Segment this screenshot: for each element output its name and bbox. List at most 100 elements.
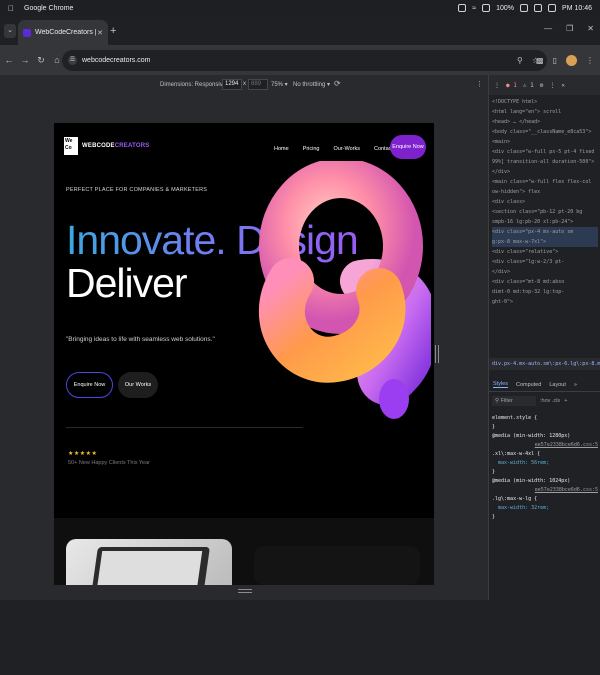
dom-line[interactable]: <div class="px-4 mx-auto sm: [492, 227, 598, 237]
control-icon[interactable]: [482, 4, 491, 12]
dom-line[interactable]: </div>: [492, 167, 598, 177]
menu-kebab-icon[interactable]: ⋮: [586, 56, 594, 65]
wifi-icon[interactable]: ≈: [472, 5, 476, 12]
styles-filter-bar: ⚲ Filter :hov .cls +: [489, 394, 600, 408]
tab-search-button[interactable]: ⌄: [4, 24, 16, 38]
back-icon[interactable]: ←: [2, 55, 16, 65]
style-selector[interactable]: .lg\:max-w-lg {: [492, 495, 598, 504]
dimension-separator: x: [243, 81, 246, 87]
style-selector[interactable]: element.style {: [492, 414, 598, 423]
stylesheet-link[interactable]: ee57e2338bce6d6.css:5: [535, 441, 598, 450]
happy-clients-text: 50+ New Happy Clients This Year: [68, 460, 150, 466]
profile-avatar[interactable]: [566, 55, 577, 66]
dimensions-select[interactable]: Dimensions: Responsive ▾: [160, 81, 231, 88]
devtools-menu-icon[interactable]: ⋮: [549, 82, 555, 89]
dom-breadcrumb[interactable]: div.px-4.mx-auto.sm\:px-6.lg\:px-8.max-w…: [489, 358, 600, 370]
throttling-select[interactable]: No throttling ▾: [293, 81, 330, 88]
devtools-topbar: ⋮ ● 1 ⚠ 1 ⚙ ⋮ ✕: [489, 75, 600, 95]
dom-line[interactable]: <main class="w-full flex flex-col: [492, 177, 598, 187]
style-property[interactable]: max-width: 56rem;: [492, 459, 598, 468]
zoom-select[interactable]: 75% ▾: [271, 81, 288, 88]
dom-line[interactable]: <section class="pb-12 pt-20 bg: [492, 207, 598, 217]
styles-filter-input[interactable]: ⚲ Filter: [492, 396, 536, 406]
style-media[interactable]: @media (min-width: 1024px): [492, 477, 598, 486]
status-icon[interactable]: [458, 4, 467, 12]
site-info-icon[interactable]: ☰: [68, 56, 77, 65]
dom-line[interactable]: <div class="lg:w-2/3 pt-: [492, 257, 598, 267]
dom-line[interactable]: <body class="__className_e8ca53">: [492, 127, 598, 137]
dom-line[interactable]: dimt-0 md:top-32 lg:top-: [492, 287, 598, 297]
close-tab-icon[interactable]: ✕: [97, 29, 103, 37]
rating-stars: ★★★★★: [68, 451, 98, 457]
minimize-icon[interactable]: —: [544, 24, 552, 33]
dom-line[interactable]: <div class="relative">: [492, 247, 598, 257]
tab-layout[interactable]: Layout: [549, 382, 566, 388]
dom-line[interactable]: smpb-16 lg:pb-20 xl:pb-24">: [492, 217, 598, 227]
devtools-more-tabs-icon[interactable]: ⋮: [494, 82, 500, 89]
close-devtools-icon[interactable]: ✕: [561, 82, 565, 89]
dom-line[interactable]: </div>: [492, 267, 598, 277]
devtools-panel: ⋮ ● 1 ⚠ 1 ⚙ ⋮ ✕ <!DOCTYPE html> <html la…: [488, 75, 600, 600]
control-center-icon[interactable]: [548, 4, 557, 12]
close-window-icon[interactable]: ✕: [587, 24, 594, 33]
dom-line[interactable]: <head> … </head>: [492, 117, 598, 127]
browser-toolbar: ← → ↻ ⌂ ☰ webcodecreators.com ⚲ ☆ ▩ ▯ ⋮: [0, 45, 600, 75]
forward-icon[interactable]: →: [18, 55, 32, 65]
dark-card: [254, 546, 420, 585]
dom-line[interactable]: <div class>: [492, 197, 598, 207]
error-count[interactable]: ● 1: [506, 82, 517, 89]
device-more-icon[interactable]: ⋮: [476, 80, 483, 88]
dom-line[interactable]: <html lang="en"> scroll: [492, 107, 598, 117]
hov-cls-toggle[interactable]: :hov .cls: [540, 398, 560, 404]
resize-handle-right[interactable]: [435, 345, 439, 363]
nav-pricing[interactable]: Pricing: [303, 146, 320, 152]
nav-home[interactable]: Home: [274, 146, 289, 152]
search-icon[interactable]: [534, 4, 543, 12]
dom-line[interactable]: ght-0">: [492, 297, 598, 307]
settings-gear-icon[interactable]: ⚙: [540, 82, 544, 89]
address-bar[interactable]: ☰ webcodecreators.com ⚲ ☆: [62, 50, 547, 71]
battery-icon[interactable]: [520, 4, 529, 12]
enquire-now-nav-button[interactable]: Enquire Now: [390, 135, 426, 159]
tab-active[interactable]: WebCodeCreators | Home ✕: [18, 20, 108, 45]
tab-styles[interactable]: Styles: [493, 381, 508, 388]
hero-tagline: PERFECT PLACE FOR COMPANIES & MARKETERS: [66, 187, 208, 193]
width-input[interactable]: 1294: [222, 79, 242, 90]
style-property[interactable]: max-width: 32rem;: [492, 504, 598, 513]
height-input[interactable]: 889: [248, 79, 268, 90]
new-rule-icon[interactable]: +: [564, 398, 567, 404]
apple-icon[interactable]: : [4, 4, 18, 13]
device-toolbar: Dimensions: Responsive ▾ 1294 x 889 75% …: [0, 75, 488, 95]
style-media[interactable]: @media (min-width: 1280px): [492, 432, 598, 441]
tab-title: WebCodeCreators | Home: [35, 29, 97, 36]
nav-our-works[interactable]: Our-Works: [333, 146, 359, 152]
enquire-now-button[interactable]: Enquire Now: [66, 372, 113, 398]
extensions-icon[interactable]: ▩: [536, 56, 544, 65]
reload-icon[interactable]: ↻: [34, 55, 48, 66]
new-tab-button[interactable]: +: [110, 25, 116, 37]
dom-line[interactable]: <div class="w-full px-5 pt-4 fixed: [492, 147, 598, 157]
url-text[interactable]: webcodecreators.com: [82, 57, 150, 64]
clock[interactable]: PM 10:46: [562, 5, 592, 12]
dom-line[interactable]: ow-hidden"> flex: [492, 187, 598, 197]
dom-line[interactable]: <main>: [492, 137, 598, 147]
dom-line[interactable]: g:px-8 max-w-7xl">: [492, 237, 598, 247]
stylesheet-link[interactable]: ee57e2338bce6d6.css:5: [535, 486, 598, 495]
site-logo[interactable]: We Co WEBCODECREATORS: [64, 137, 149, 155]
restore-icon[interactable]: ❐: [566, 24, 573, 33]
dom-line[interactable]: <div class="mt-8 md:abso: [492, 277, 598, 287]
site-nav: Home Pricing Our-Works Contact: [274, 146, 393, 152]
more-tabs-icon[interactable]: »: [574, 382, 577, 388]
rotate-icon[interactable]: ⟳: [334, 79, 341, 88]
app-name[interactable]: Google Chrome: [24, 5, 73, 12]
zoom-icon[interactable]: ⚲: [517, 56, 523, 65]
dom-line[interactable]: 99%] transition-all duration-500">: [492, 157, 598, 167]
sidepanel-icon[interactable]: ▯: [553, 56, 557, 65]
elements-tree[interactable]: <!DOCTYPE html> <html lang="en"> scroll …: [489, 95, 600, 343]
resize-handle-bottom[interactable]: [238, 589, 252, 593]
our-works-button[interactable]: Our Works: [118, 372, 158, 398]
warning-count[interactable]: ⚠ 1: [523, 82, 534, 89]
dom-line[interactable]: <!DOCTYPE html>: [492, 97, 598, 107]
tab-computed[interactable]: Computed: [516, 382, 541, 388]
style-selector[interactable]: .xl\:max-w-4xl {: [492, 450, 598, 459]
